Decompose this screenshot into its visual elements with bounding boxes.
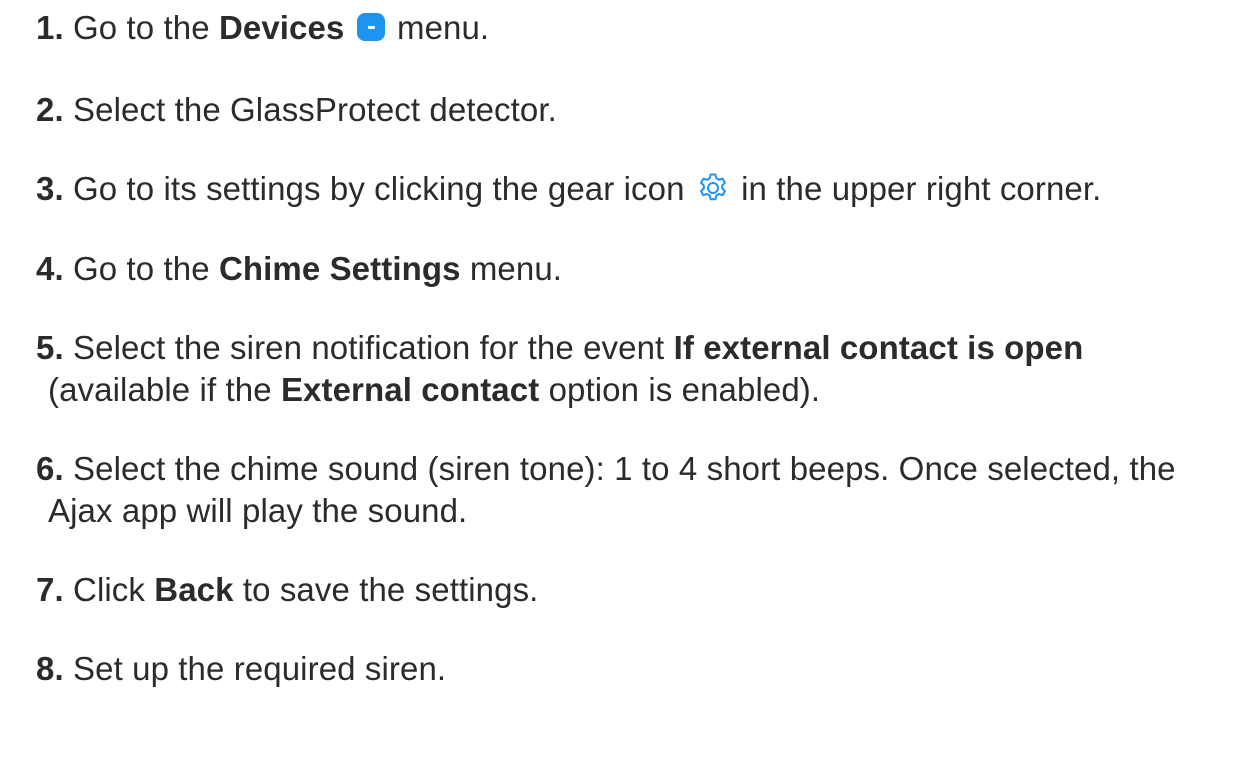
step-number: 2. xyxy=(36,91,64,128)
step-text: Go to its settings by clicking the gear … xyxy=(73,170,694,207)
step-text: Click xyxy=(73,571,155,608)
step-text: in the upper right corner. xyxy=(731,170,1102,207)
step-text: to save the settings. xyxy=(233,571,539,608)
devices-icon xyxy=(356,13,385,41)
step-continuation: Ajax app will play the sound. xyxy=(36,490,1236,532)
step-text: menu. xyxy=(460,250,563,287)
step-text: Select the siren notification for the ev… xyxy=(73,329,674,366)
step-1: 1. Go to the Devices menu. xyxy=(36,7,1236,49)
chime-settings-label: Chime Settings xyxy=(218,250,461,287)
step-2: 2. Select the GlassProtect detector. xyxy=(36,89,1236,131)
step-5: 5. Select the siren notification for the… xyxy=(36,327,1236,411)
step-text: Go to the xyxy=(73,9,219,46)
step-text: Select the chime sound (siren tone): 1 t… xyxy=(73,450,1176,487)
gear-icon xyxy=(699,173,726,201)
devices-menu-label: Devices xyxy=(218,9,345,46)
event-label: If external contact is open xyxy=(673,329,1084,366)
step-text: option is enabled). xyxy=(539,371,821,408)
step-text: Ajax app will play the sound. xyxy=(48,492,468,529)
step-4: 4. Go to the Chime Settings menu. xyxy=(36,248,1236,290)
step-text: Set up the required siren. xyxy=(73,650,447,687)
step-number: 6. xyxy=(36,450,64,487)
step-text: Go to the xyxy=(73,250,219,287)
step-number: 4. xyxy=(36,250,64,287)
step-number: 3. xyxy=(36,170,64,207)
step-7: 7. Click Back to save the settings. xyxy=(36,569,1236,611)
step-continuation: (available if the External contact optio… xyxy=(36,369,1236,411)
step-number: 8. xyxy=(36,650,64,687)
step-text: Select the GlassProtect detector. xyxy=(73,91,557,128)
step-number: 5. xyxy=(36,329,64,366)
step-text: menu. xyxy=(396,9,490,46)
external-contact-label: External contact xyxy=(280,371,540,408)
step-text: (available if the xyxy=(48,371,281,408)
step-number: 7. xyxy=(36,571,64,608)
step-6: 6. Select the chime sound (siren tone): … xyxy=(36,448,1236,532)
step-8: 8. Set up the required siren. xyxy=(36,648,1236,690)
back-label: Back xyxy=(154,571,234,608)
step-number: 1. xyxy=(36,9,64,46)
step-3: 3. Go to its settings by clicking the ge… xyxy=(36,168,1236,210)
